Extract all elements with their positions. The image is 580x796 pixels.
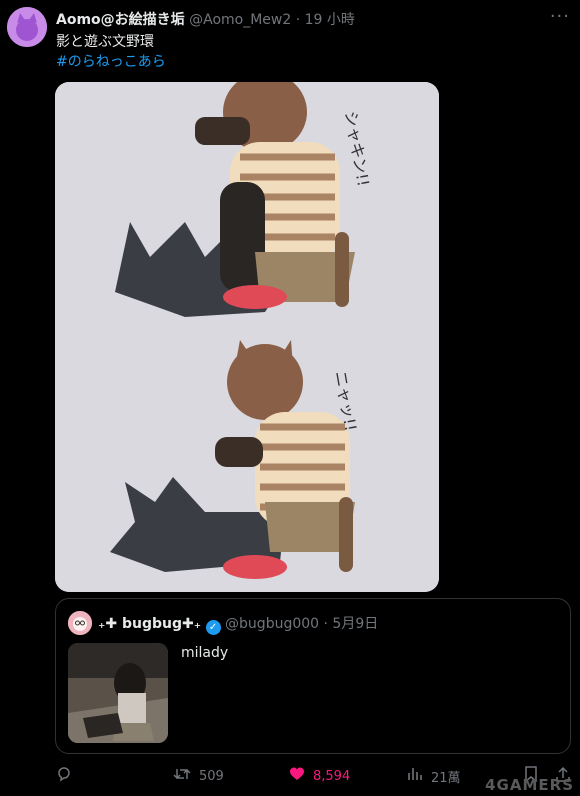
tweet-header: Aomo@お絵描き垢 @Aomo_Mew2 · 19 小時 bbox=[56, 9, 355, 29]
reply-button[interactable] bbox=[56, 766, 72, 786]
tweet-text: 影と遊ぶ文野環 bbox=[56, 34, 154, 50]
author-name[interactable]: Aomo@お絵描き垢 bbox=[56, 12, 185, 28]
retweet-count: 509 bbox=[199, 768, 224, 784]
author-handle[interactable]: @Aomo_Mew2 bbox=[189, 12, 291, 28]
views-icon bbox=[407, 766, 423, 786]
views-button[interactable]: 21萬 bbox=[407, 766, 461, 786]
verified-badge-icon: ✓ bbox=[205, 620, 221, 635]
header-separator: · bbox=[295, 12, 301, 28]
retweet-icon bbox=[173, 766, 191, 786]
hashtag-link[interactable]: #のらねっこあら bbox=[56, 51, 166, 71]
like-button[interactable]: 8,594 bbox=[289, 766, 350, 786]
heart-icon bbox=[289, 766, 305, 786]
quoted-tweet-card[interactable]: ₊✚ bugbug✚₊ ✓ @bugbug000 · 5月9日 milady bbox=[55, 598, 571, 754]
watermark-logo: 4GAMERS bbox=[485, 776, 574, 794]
retweet-button[interactable]: 509 bbox=[173, 766, 224, 786]
reply-icon bbox=[56, 766, 72, 786]
tweet-time[interactable]: 19 小時 bbox=[305, 12, 355, 28]
quote-author-avatar[interactable] bbox=[68, 611, 92, 635]
views-count: 21萬 bbox=[431, 770, 461, 786]
quote-header: ₊✚ bugbug✚₊ ✓ @bugbug000 · 5月9日 bbox=[98, 613, 378, 635]
quote-author-handle[interactable]: @bugbug000 bbox=[225, 616, 319, 632]
quote-author-name[interactable]: ₊✚ bugbug✚₊ bbox=[98, 616, 201, 632]
quote-date[interactable]: 5月9日 bbox=[332, 616, 378, 632]
quote-separator: · bbox=[323, 616, 328, 632]
tweet-media-image[interactable]: シャキン!! ニャッ!! bbox=[55, 82, 439, 592]
like-count: 8,594 bbox=[313, 768, 351, 784]
author-avatar[interactable] bbox=[7, 7, 47, 47]
quote-media-thumbnail[interactable] bbox=[68, 643, 168, 743]
quote-text: milady bbox=[181, 645, 229, 661]
more-icon[interactable]: ··· bbox=[550, 6, 570, 27]
